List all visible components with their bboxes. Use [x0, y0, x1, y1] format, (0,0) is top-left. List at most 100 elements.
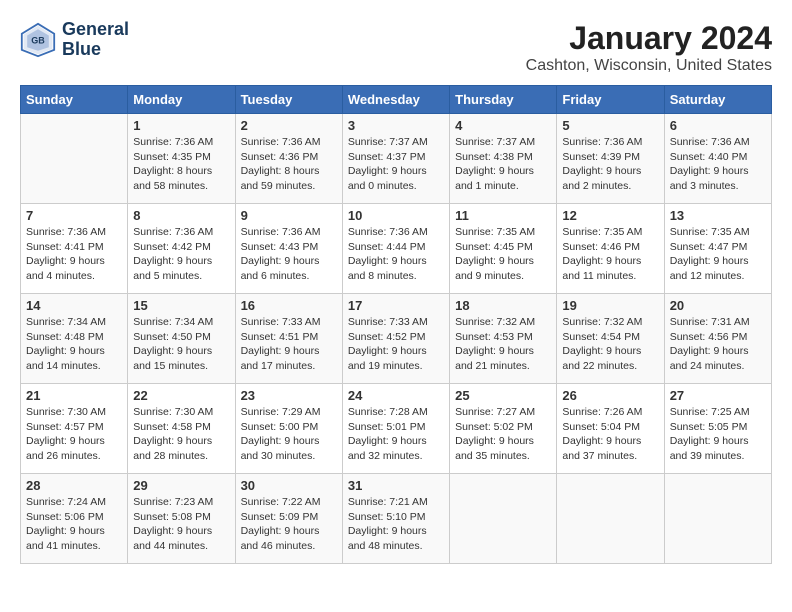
calendar-cell: 19 Sunrise: 7:32 AMSunset: 4:54 PMDayligh… — [557, 294, 664, 384]
day-number: 15 — [133, 298, 229, 313]
day-number: 1 — [133, 118, 229, 133]
day-detail: Sunrise: 7:36 AMSunset: 4:42 PMDaylight:… — [133, 225, 229, 284]
calendar-cell: 8 Sunrise: 7:36 AMSunset: 4:42 PMDaylight… — [128, 204, 235, 294]
calendar-week: 21Sunrise: 7:30 AMSunset: 4:57 PMDayligh… — [21, 384, 772, 474]
calendar-table: SundayMondayTuesdayWednesdayThursdayFrid… — [20, 85, 772, 564]
calendar-cell: 21Sunrise: 7:30 AMSunset: 4:57 PMDayligh… — [21, 384, 128, 474]
weekday-header: Sunday — [21, 86, 128, 114]
day-detail: Sunrise: 7:33 AMSunset: 4:51 PMDaylight:… — [241, 315, 337, 374]
day-detail: Sunrise: 7:30 AMSunset: 4:58 PMDaylight:… — [133, 405, 229, 464]
weekday-header: Tuesday — [235, 86, 342, 114]
calendar-cell: 7Sunrise: 7:36 AMSunset: 4:41 PMDaylight… — [21, 204, 128, 294]
day-number: 11 — [455, 208, 551, 223]
calendar-cell: 12 Sunrise: 7:35 AMSunset: 4:46 PMDayligh… — [557, 204, 664, 294]
day-number: 13 — [670, 208, 766, 223]
day-number: 18 — [455, 298, 551, 313]
day-detail: Sunrise: 7:32 AMSunset: 4:53 PMDaylight:… — [455, 315, 551, 374]
day-detail: Sunrise: 7:25 AMSunset: 5:05 PMDaylight:… — [670, 405, 766, 464]
day-detail: Sunrise: 7:36 AMSunset: 4:41 PMDaylight:… — [26, 225, 122, 284]
calendar-cell: 11Sunrise: 7:35 AMSunset: 4:45 PMDayligh… — [450, 204, 557, 294]
calendar-cell: 31Sunrise: 7:21 AMSunset: 5:10 PMDayligh… — [342, 474, 449, 564]
day-number: 23 — [241, 388, 337, 403]
day-detail: Sunrise: 7:32 AMSunset: 4:54 PMDaylight:… — [562, 315, 658, 374]
calendar-cell: 28 Sunrise: 7:24 AMSunset: 5:06 PMDayligh… — [21, 474, 128, 564]
day-number: 22 — [133, 388, 229, 403]
day-detail: Sunrise: 7:24 AMSunset: 5:06 PMDaylight:… — [26, 495, 122, 554]
calendar-cell: 30 Sunrise: 7:22 AMSunset: 5:09 PMDayligh… — [235, 474, 342, 564]
calendar-cell: 27 Sunrise: 7:25 AMSunset: 5:05 PMDayligh… — [664, 384, 771, 474]
calendar-week: 1 Sunrise: 7:36 AMSunset: 4:35 PMDaylight… — [21, 114, 772, 204]
calendar-cell: 4Sunrise: 7:37 AMSunset: 4:38 PMDaylight… — [450, 114, 557, 204]
day-detail: Sunrise: 7:26 AMSunset: 5:04 PMDaylight:… — [562, 405, 658, 464]
day-number: 20 — [670, 298, 766, 313]
calendar-cell: 5 Sunrise: 7:36 AMSunset: 4:39 PMDaylight… — [557, 114, 664, 204]
day-detail: Sunrise: 7:37 AMSunset: 4:37 PMDaylight:… — [348, 135, 444, 194]
day-detail: Sunrise: 7:27 AMSunset: 5:02 PMDaylight:… — [455, 405, 551, 464]
day-detail: Sunrise: 7:35 AMSunset: 4:46 PMDaylight:… — [562, 225, 658, 284]
calendar-cell: 25 Sunrise: 7:27 AMSunset: 5:02 PMDayligh… — [450, 384, 557, 474]
day-number: 12 — [562, 208, 658, 223]
day-number: 16 — [241, 298, 337, 313]
day-number: 24 — [348, 388, 444, 403]
day-detail: Sunrise: 7:34 AMSunset: 4:48 PMDaylight:… — [26, 315, 122, 374]
page-subtitle: Cashton, Wisconsin, United States — [526, 57, 772, 75]
calendar-cell — [450, 474, 557, 564]
page-title: January 2024 — [526, 20, 772, 57]
calendar-cell: 13 Sunrise: 7:35 AMSunset: 4:47 PMDayligh… — [664, 204, 771, 294]
svg-text:GB: GB — [31, 35, 45, 45]
calendar-cell: 23 Sunrise: 7:29 AMSunset: 5:00 PMDayligh… — [235, 384, 342, 474]
calendar-cell: 29 Sunrise: 7:23 AMSunset: 5:08 PMDayligh… — [128, 474, 235, 564]
calendar-body: 1 Sunrise: 7:36 AMSunset: 4:35 PMDaylight… — [21, 114, 772, 564]
calendar-cell: 10 Sunrise: 7:36 AMSunset: 4:44 PMDayligh… — [342, 204, 449, 294]
day-detail: Sunrise: 7:23 AMSunset: 5:08 PMDaylight:… — [133, 495, 229, 554]
logo: GB General Blue — [20, 20, 129, 60]
day-detail: Sunrise: 7:33 AMSunset: 4:52 PMDaylight:… — [348, 315, 444, 374]
day-number: 27 — [670, 388, 766, 403]
day-detail: Sunrise: 7:36 AMSunset: 4:44 PMDaylight:… — [348, 225, 444, 284]
day-detail: Sunrise: 7:36 AMSunset: 4:39 PMDaylight:… — [562, 135, 658, 194]
day-number: 4 — [455, 118, 551, 133]
calendar-cell: 16 Sunrise: 7:33 AMSunset: 4:51 PMDayligh… — [235, 294, 342, 384]
calendar-cell: 3Sunrise: 7:37 AMSunset: 4:37 PMDaylight… — [342, 114, 449, 204]
calendar-cell: 2 Sunrise: 7:36 AMSunset: 4:36 PMDaylight… — [235, 114, 342, 204]
day-number: 30 — [241, 478, 337, 493]
calendar-cell: 9Sunrise: 7:36 AMSunset: 4:43 PMDaylight… — [235, 204, 342, 294]
day-detail: Sunrise: 7:21 AMSunset: 5:10 PMDaylight:… — [348, 495, 444, 554]
day-number: 14 — [26, 298, 122, 313]
day-number: 2 — [241, 118, 337, 133]
day-detail: Sunrise: 7:31 AMSunset: 4:56 PMDaylight:… — [670, 315, 766, 374]
calendar-header: SundayMondayTuesdayWednesdayThursdayFrid… — [21, 86, 772, 114]
day-detail: Sunrise: 7:30 AMSunset: 4:57 PMDaylight:… — [26, 405, 122, 464]
day-number: 5 — [562, 118, 658, 133]
page-header: GB General Blue January 2024 Cashton, Wi… — [20, 20, 772, 75]
calendar-cell: 24Sunrise: 7:28 AMSunset: 5:01 PMDayligh… — [342, 384, 449, 474]
title-block: January 2024 Cashton, Wisconsin, United … — [526, 20, 772, 75]
day-number: 29 — [133, 478, 229, 493]
day-number: 17 — [348, 298, 444, 313]
day-detail: Sunrise: 7:36 AMSunset: 4:36 PMDaylight:… — [241, 135, 337, 194]
day-detail: Sunrise: 7:36 AMSunset: 4:40 PMDaylight:… — [670, 135, 766, 194]
day-detail: Sunrise: 7:35 AMSunset: 4:47 PMDaylight:… — [670, 225, 766, 284]
calendar-cell: 26 Sunrise: 7:26 AMSunset: 5:04 PMDayligh… — [557, 384, 664, 474]
weekday-header: Wednesday — [342, 86, 449, 114]
day-number: 8 — [133, 208, 229, 223]
calendar-cell: 14 Sunrise: 7:34 AMSunset: 4:48 PMDayligh… — [21, 294, 128, 384]
logo-icon: GB — [20, 22, 56, 58]
calendar-cell: 1 Sunrise: 7:36 AMSunset: 4:35 PMDaylight… — [128, 114, 235, 204]
day-detail: Sunrise: 7:29 AMSunset: 5:00 PMDaylight:… — [241, 405, 337, 464]
day-detail: Sunrise: 7:36 AMSunset: 4:35 PMDaylight:… — [133, 135, 229, 194]
calendar-cell — [557, 474, 664, 564]
calendar-cell: 22 Sunrise: 7:30 AMSunset: 4:58 PMDayligh… — [128, 384, 235, 474]
weekday-header: Friday — [557, 86, 664, 114]
calendar-cell — [21, 114, 128, 204]
day-number: 26 — [562, 388, 658, 403]
day-number: 28 — [26, 478, 122, 493]
day-number: 25 — [455, 388, 551, 403]
day-number: 6 — [670, 118, 766, 133]
calendar-week: 28 Sunrise: 7:24 AMSunset: 5:06 PMDayligh… — [21, 474, 772, 564]
day-detail: Sunrise: 7:22 AMSunset: 5:09 PMDaylight:… — [241, 495, 337, 554]
weekday-header: Monday — [128, 86, 235, 114]
weekday-header: Thursday — [450, 86, 557, 114]
day-number: 19 — [562, 298, 658, 313]
day-number: 10 — [348, 208, 444, 223]
